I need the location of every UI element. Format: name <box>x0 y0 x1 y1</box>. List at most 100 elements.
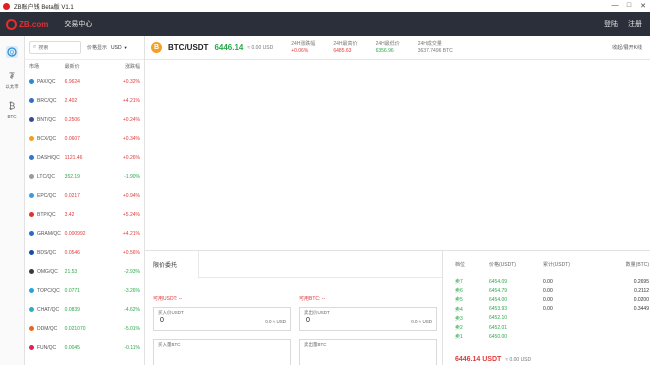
tab-limit-order[interactable]: 限价委托 <box>145 251 199 278</box>
market-pair: DDM/QC <box>29 326 65 332</box>
market-row[interactable]: FUN/QC 0.0045 -0.11% <box>25 338 144 357</box>
book-amount: 0.0200 <box>633 296 649 303</box>
rail-item-label: BTC <box>7 114 17 119</box>
ticker-approx: ≈ 0.00 USD <box>247 44 274 51</box>
search-input[interactable] <box>38 44 79 51</box>
chevron-down-icon: ▼ <box>123 44 128 50</box>
book-side: 卖1 <box>455 334 463 341</box>
toggle-kline-button[interactable]: 收起/展开K线 <box>612 44 642 51</box>
market-row[interactable]: BRC/QC 2.402 +4.21% <box>25 91 144 110</box>
header-price[interactable]: 最新价 <box>65 63 109 70</box>
kline-chart-area[interactable] <box>145 60 650 250</box>
market-change: -1.90% <box>124 173 140 180</box>
order-book-row[interactable]: 卖7 6454.09 0.00 0.2695 <box>443 277 650 286</box>
stat-change: 24H涨跌幅 +0.06% <box>291 41 315 55</box>
book-price: 6452.10 <box>489 315 508 322</box>
market-pair-label: EPC/QC <box>37 192 57 199</box>
stat-volume: 24H成交量 3637.7496 BTC <box>418 41 453 55</box>
market-pair: CHAT/QC <box>29 307 65 313</box>
header-amount: 数量(BTC) <box>625 261 649 268</box>
nav-exchange-center[interactable]: 交易中心 <box>64 19 92 29</box>
coin-icon <box>29 345 34 350</box>
close-icon[interactable]: ✕ <box>636 2 650 10</box>
market-price: 2.402 <box>64 97 78 104</box>
sell-price-field[interactable]: 卖出价USDT 0 0.0 ≈ USD <box>299 307 437 331</box>
stat-value: 6485.63 <box>333 47 352 54</box>
market-row[interactable]: BCX/QC 0.0607 +0.34% <box>25 129 144 148</box>
market-row[interactable]: DASH/QC 1121.46 +0.26% <box>25 148 144 167</box>
minimize-icon[interactable]: — <box>608 2 622 10</box>
logo-text: ZB.com <box>19 19 49 29</box>
last-price-row: 6446.14 USDT ≈ 0.00 USD <box>455 356 531 363</box>
market-pair: EPC/QC <box>29 193 65 199</box>
market-row[interactable]: PAX/QC 6.9624 +0.32% <box>25 72 144 91</box>
login-link[interactable]: 登陆 <box>604 19 618 29</box>
market-price: 3.42 <box>64 211 75 218</box>
market-price: 0.0839 <box>64 306 80 313</box>
market-row[interactable]: BNT/QC 0.2506 +0.24% <box>25 110 144 129</box>
order-book-row[interactable]: 卖5 6454.00 0.00 0.0200 <box>443 295 650 304</box>
header-change[interactable]: 涨跌幅 <box>108 63 140 70</box>
market-row[interactable]: LTC/QC 352.19 -1.90% <box>25 167 144 186</box>
market-change: +0.34% <box>122 135 140 142</box>
order-book-row[interactable]: 卖2 6452.01 <box>443 323 650 332</box>
last-price-approx: ≈ 0.00 USD <box>505 356 532 363</box>
tether-icon: ₮ <box>9 71 15 81</box>
market-price: 6.9624 <box>64 78 80 85</box>
book-price: 6452.01 <box>489 324 508 331</box>
market-row[interactable]: DDM/QC 0.021070 -5.01% <box>25 319 144 338</box>
market-search-row: ⌕ 价格显示 USD▼ <box>25 36 144 60</box>
order-book-row[interactable]: 卖6 6454.79 0.00 0.2112 <box>443 286 650 295</box>
market-pair-label: FUN/QC <box>37 344 57 351</box>
window-title: ZB账户钱 Beta版 V1.1 <box>14 4 74 11</box>
coin-icon <box>29 212 34 217</box>
sell-price-label: 卖出价USDT <box>304 310 330 315</box>
market-pair: TOPC/QC <box>29 288 65 294</box>
market-row[interactable]: OMG/QC 21.53 -2.93% <box>25 262 144 281</box>
currency-value: USD <box>111 44 122 51</box>
register-link[interactable]: 注册 <box>628 19 642 29</box>
sell-amount-label: 卖出量BTC <box>304 342 327 347</box>
market-row[interactable]: EPC/QC 0.0217 +0.94% <box>25 186 144 205</box>
sell-amount-field[interactable]: 卖出量BTC <box>299 339 437 365</box>
market-row[interactable]: CHAT/QC 0.0839 -4.62% <box>25 300 144 319</box>
market-pair-label: DASH/QC <box>37 154 60 161</box>
market-row[interactable]: GRAM/QC 0.000992 +4.21% <box>25 224 144 243</box>
ticker-pair: BTC/USDT <box>168 43 209 52</box>
market-change: +0.26% <box>122 154 140 161</box>
order-book-header: 档位 价格(USDT) 累计(USDT) 数量(BTC) <box>443 251 650 277</box>
market-row[interactable]: TOPC/QC 0.0771 -3.26% <box>25 281 144 300</box>
rail-item-coin[interactable]: Q <box>0 46 24 60</box>
maximize-icon[interactable]: □ <box>622 2 636 10</box>
top-nav: ZB.com 交易中心 登陆 注册 <box>0 12 650 36</box>
order-book-row[interactable]: 卖1 6450.00 <box>443 332 650 341</box>
order-book-row[interactable]: 卖4 6453.93 0.00 0.3449 <box>443 305 650 314</box>
buy-price-value: 0 <box>160 317 164 324</box>
order-book: 档位 价格(USDT) 累计(USDT) 数量(BTC) 卖7 6454.09 0.… <box>443 250 650 365</box>
market-price: 1121.46 <box>64 154 83 161</box>
logo[interactable]: ZB.com <box>6 18 49 30</box>
order-book-row[interactable]: 卖3 6452.10 <box>443 314 650 323</box>
stat-value: 6356.96 <box>375 47 394 54</box>
coin-icon <box>29 307 34 312</box>
market-price: 0.0607 <box>64 135 80 142</box>
buy-price-field[interactable]: 买入价USDT 0 0.0 ≈ USD <box>153 307 291 331</box>
header-pair[interactable]: 市场 <box>29 63 65 70</box>
market-row[interactable]: BDS/QC 0.0546 +0.56% <box>25 243 144 262</box>
window-controls: — □ ✕ <box>608 2 650 10</box>
coin-icon <box>29 79 34 84</box>
rail-item-tether[interactable]: ₮ 以太币 <box>0 70 24 90</box>
market-change: +5.24% <box>122 211 140 218</box>
search-box[interactable]: ⌕ <box>29 41 81 54</box>
book-amount: 0.3449 <box>633 306 649 313</box>
sell-price-value: 0 <box>306 317 310 324</box>
stat-value: +0.06% <box>291 47 309 54</box>
rail-item-btc[interactable]: ₿ BTC <box>0 100 24 119</box>
bitcoin-icon: ₿ <box>8 101 16 111</box>
book-side: 卖4 <box>455 306 463 313</box>
book-total: 0.00 <box>543 278 553 285</box>
currency-select[interactable]: USD ▼ <box>111 45 128 51</box>
market-row[interactable]: BTP/QC 3.42 +5.24% <box>25 205 144 224</box>
market-pair: BRC/QC <box>29 98 65 104</box>
buy-amount-field[interactable]: 买入量BTC <box>153 339 291 365</box>
